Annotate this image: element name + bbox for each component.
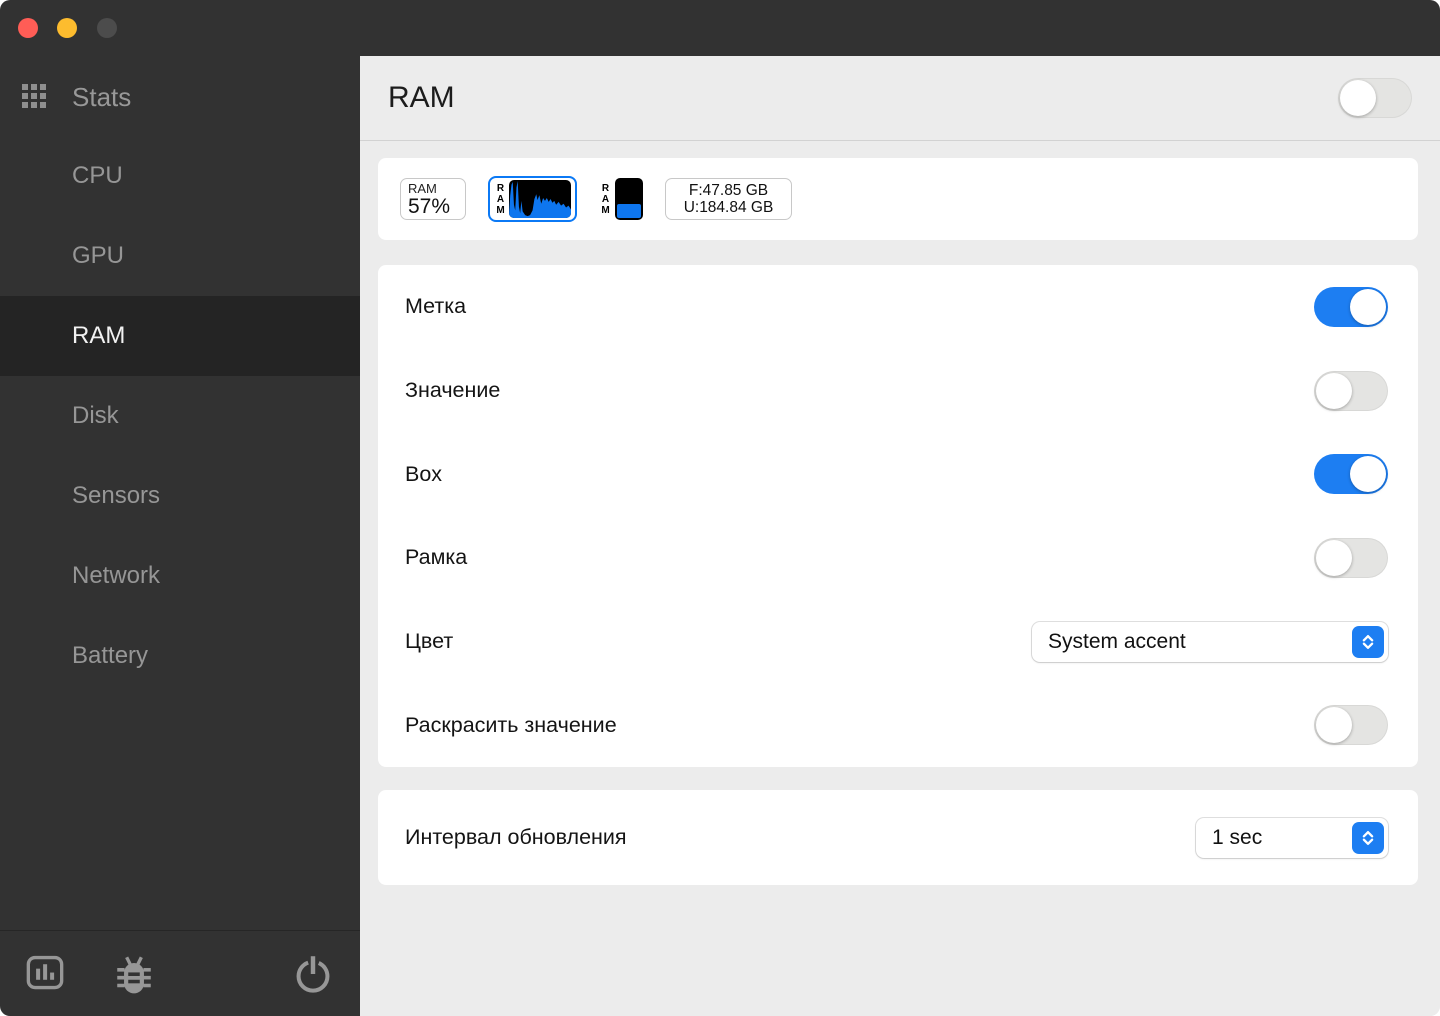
sidebar-item-label: Network bbox=[72, 562, 161, 589]
settings-card: Метка Значение Box Рамка Цвет System accent Ра… bbox=[378, 265, 1418, 767]
module-header: RAM bbox=[360, 56, 1440, 141]
toggle-knob bbox=[1350, 456, 1386, 493]
chevron-up-down-icon bbox=[1352, 821, 1384, 854]
line-chart-icon bbox=[509, 180, 571, 218]
sidebar-item-label: RAM bbox=[72, 322, 126, 349]
toggle-off[interactable] bbox=[1314, 537, 1388, 578]
close-button[interactable] bbox=[18, 18, 38, 38]
grid-icon bbox=[22, 84, 46, 113]
memory-line: F: 47.85 GB bbox=[689, 182, 768, 199]
sidebar-footer bbox=[0, 930, 360, 1016]
memory-value: 184.84 GB bbox=[699, 199, 774, 216]
memory-value: 47.85 GB bbox=[702, 182, 769, 199]
setting-row: Значение bbox=[378, 349, 1418, 433]
setting-row: Цвет System accent bbox=[378, 600, 1418, 684]
chevron-up-down-icon bbox=[1352, 625, 1384, 658]
memory-key: U: bbox=[683, 199, 700, 216]
widget-mini-label: RAM bbox=[408, 181, 437, 196]
toggle-on[interactable] bbox=[1314, 454, 1388, 495]
stats-app-window: Stats CPU GPU RAM Disk Sensors Network Battery bbox=[0, 0, 1440, 1016]
toggle-knob bbox=[1340, 80, 1376, 116]
widget-picker-card: RAM 57% RAM RAM F: 47.85 GB U: 184.84 GB bbox=[378, 158, 1418, 240]
widget-option-bar-chart[interactable]: RAM bbox=[599, 178, 643, 220]
setting-label: Значение bbox=[405, 378, 501, 402]
toggle-knob bbox=[1316, 707, 1352, 744]
sidebar-nav: CPU GPU RAM Disk Sensors Network Battery bbox=[0, 136, 360, 696]
zoom-button-disabled bbox=[97, 18, 117, 38]
toggle-knob bbox=[1316, 539, 1352, 576]
memory-key: F: bbox=[688, 182, 703, 199]
sidebar-item-label: CPU bbox=[72, 162, 123, 189]
setting-row: Метка bbox=[378, 265, 1418, 349]
power-icon[interactable] bbox=[294, 954, 332, 999]
sidebar-item-gpu[interactable]: GPU bbox=[0, 216, 360, 296]
ram-module-toggle[interactable] bbox=[1338, 78, 1412, 118]
sidebar-item-sensors[interactable]: Sensors bbox=[0, 456, 360, 536]
sidebar-item-network[interactable]: Network bbox=[0, 536, 360, 616]
sidebar-item-ram[interactable]: RAM bbox=[0, 296, 360, 376]
widget-vertical-label: RAM bbox=[496, 182, 505, 216]
sidebar-item-label: Sensors bbox=[72, 482, 161, 509]
widget-option-percentage[interactable]: RAM 57% bbox=[400, 178, 466, 220]
color-select[interactable]: System accent bbox=[1032, 621, 1388, 662]
bug-icon[interactable] bbox=[114, 952, 154, 1001]
minimize-button[interactable] bbox=[57, 18, 77, 38]
setting-row: Box bbox=[378, 432, 1418, 516]
main-content: RAM 57% RAM RAM F:47.85 GBU:184.84 GB bbox=[360, 141, 1440, 1016]
setting-label: Box bbox=[405, 461, 443, 486]
widget-vertical-label: RAM bbox=[601, 182, 610, 216]
sidebar-item-label: Disk bbox=[72, 402, 119, 429]
sidebar-item-battery[interactable]: Battery bbox=[0, 616, 360, 696]
app-title: Stats bbox=[72, 82, 132, 112]
setting-label: Метка bbox=[405, 294, 467, 319]
toggle-knob bbox=[1350, 288, 1386, 325]
select-value: System accent bbox=[1048, 629, 1186, 653]
titlebar bbox=[360, 0, 1440, 56]
setting-label: Рамка bbox=[405, 545, 468, 570]
sidebar-header: Stats bbox=[0, 80, 360, 114]
update-interval-card: Интервал обновления 1 sec bbox=[378, 790, 1418, 885]
interval-value: 1 sec bbox=[1212, 825, 1263, 849]
page-title: RAM bbox=[388, 81, 455, 114]
sidebar-item-label: GPU bbox=[72, 242, 125, 269]
setting-label: Раскрасить значение bbox=[405, 712, 617, 737]
toggle-off[interactable] bbox=[1314, 705, 1388, 746]
sidebar-item-label: Battery bbox=[72, 642, 149, 669]
widget-mini-value: 57% bbox=[408, 195, 451, 218]
bar-chart-icon bbox=[615, 178, 643, 220]
widget-option-memory-text[interactable]: F: 47.85 GB U: 184.84 GB bbox=[665, 178, 792, 220]
toggle-on[interactable] bbox=[1314, 286, 1388, 327]
toggle-knob bbox=[1316, 372, 1352, 409]
dashboard-icon[interactable] bbox=[25, 952, 65, 997]
toggle-off[interactable] bbox=[1314, 370, 1388, 411]
sidebar: Stats CPU GPU RAM Disk Sensors Network Battery bbox=[0, 0, 360, 1016]
memory-line: U: 184.84 GB bbox=[684, 199, 774, 216]
widget-option-line-chart-selected[interactable]: RAM bbox=[488, 176, 577, 222]
sidebar-item-disk[interactable]: Disk bbox=[0, 376, 360, 456]
bar-fill bbox=[617, 204, 641, 218]
interval-label: Интервал обновления bbox=[405, 825, 627, 849]
setting-label: Цвет bbox=[405, 629, 454, 654]
setting-row: Раскрасить значение bbox=[378, 683, 1418, 767]
interval-select[interactable]: 1 sec bbox=[1196, 817, 1388, 858]
setting-row: Рамка bbox=[378, 516, 1418, 600]
sidebar-item-cpu[interactable]: CPU bbox=[0, 136, 360, 216]
